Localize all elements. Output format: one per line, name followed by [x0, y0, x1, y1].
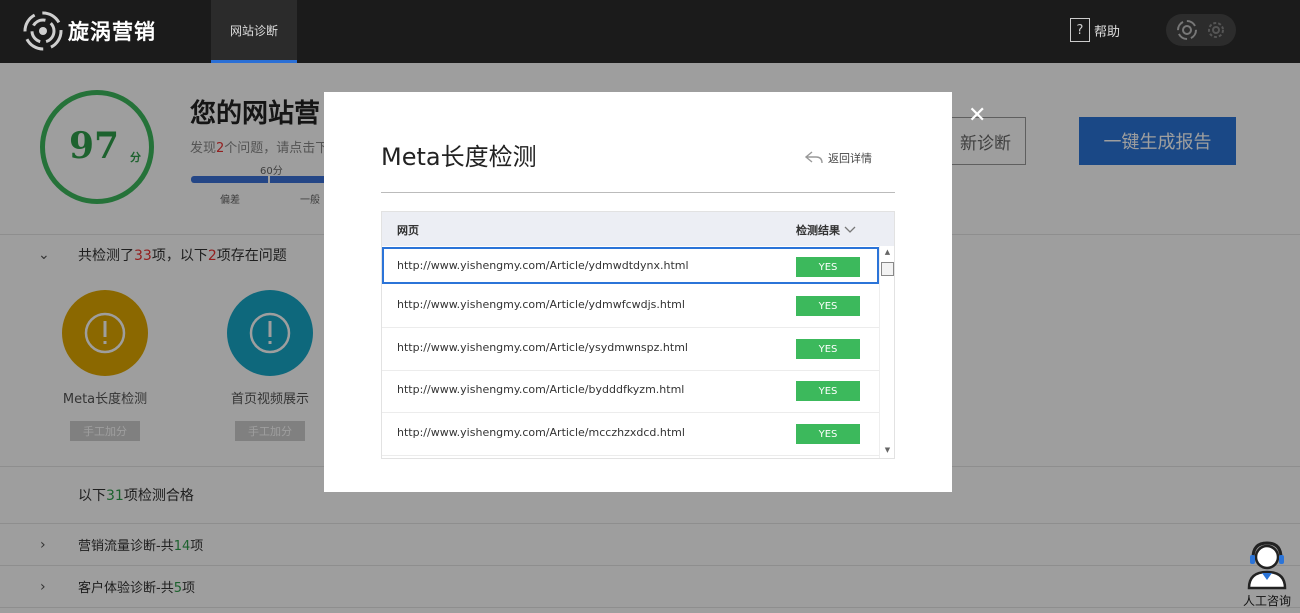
- top-bar: 旋涡营销 网站诊断 ? 帮助: [0, 0, 1300, 63]
- table-row[interactable]: http://www.yishengmy.com/Article/ydmwdtd…: [382, 247, 879, 284]
- result-badge: YES: [796, 424, 860, 444]
- result-badge: YES: [796, 381, 860, 401]
- table-body[interactable]: http://www.yishengmy.com/Article/ydmwdtd…: [382, 246, 879, 458]
- results-table: 网页 检测结果 http://www.yishengmy.com/Article…: [381, 211, 895, 459]
- column-header-page: 网页: [397, 224, 419, 237]
- column-header-result[interactable]: 检测结果: [796, 222, 856, 238]
- scrollbar-thumb[interactable]: [881, 262, 894, 276]
- consult-label: 人工咨询: [1242, 594, 1291, 608]
- row-url: http://www.yishengmy.com/Article/mcczhzx…: [397, 426, 685, 439]
- table-row[interactable]: http://www.yishengmy.com/Article/ysydmwn…: [382, 328, 879, 371]
- row-url: http://www.yishengmy.com/Article/ydmwdtd…: [397, 259, 689, 272]
- logo[interactable]: 旋涡营销: [22, 10, 156, 52]
- result-badge: YES: [796, 339, 860, 359]
- result-badge: YES: [796, 257, 860, 277]
- back-to-details-link[interactable]: 返回详情: [804, 150, 872, 166]
- divider: [381, 192, 895, 193]
- row-url: http://www.yishengmy.com/Article/ydmwfcw…: [397, 298, 685, 311]
- table-row[interactable]: http://www.yishengmy.com/Article/mcczhzx…: [382, 413, 879, 456]
- scrollbar[interactable]: ▲ ▼: [879, 246, 894, 458]
- help-icon: ?: [1070, 18, 1090, 42]
- close-icon[interactable]: ✕: [968, 103, 986, 128]
- result-badge: YES: [796, 296, 860, 316]
- chevron-down-icon: [844, 226, 856, 233]
- avatar: [1177, 20, 1197, 40]
- logo-text: 旋涡营销: [68, 20, 156, 44]
- back-label: 返回详情: [828, 152, 872, 165]
- table-row[interactable]: http://www.yishengmy.com/Article/bydddfk…: [382, 370, 879, 413]
- meta-length-dialog: Meta长度检测 返回详情 网页 检测结果 http://www.yisheng…: [324, 92, 952, 492]
- scroll-up-arrow-icon[interactable]: ▲: [880, 248, 894, 258]
- row-url: http://www.yishengmy.com/Article/bydddfk…: [397, 383, 685, 396]
- table-row[interactable]: http://www.yishengmy.com/Article/ydmwfcw…: [382, 285, 879, 328]
- dialog-title: Meta长度检测: [381, 143, 537, 171]
- gear-icon: [1208, 22, 1224, 38]
- scroll-down-arrow-icon[interactable]: ▼: [880, 446, 894, 456]
- column-header-result-label: 检测结果: [796, 224, 840, 237]
- table-header: 网页 检测结果: [382, 212, 894, 246]
- human-consult-widget[interactable]: 人工咨询: [1238, 540, 1296, 613]
- tab-site-diagnosis[interactable]: 网站诊断: [211, 0, 297, 63]
- swirl-logo-icon: [23, 11, 63, 51]
- help-label: 帮助: [1094, 24, 1121, 40]
- customer-service-icon: [1247, 541, 1287, 590]
- user-menu[interactable]: [1166, 14, 1236, 46]
- back-arrow-icon: [804, 151, 823, 164]
- row-url: http://www.yishengmy.com/Article/ysydmwn…: [397, 341, 688, 354]
- help-button[interactable]: ? 帮助: [1070, 18, 1120, 42]
